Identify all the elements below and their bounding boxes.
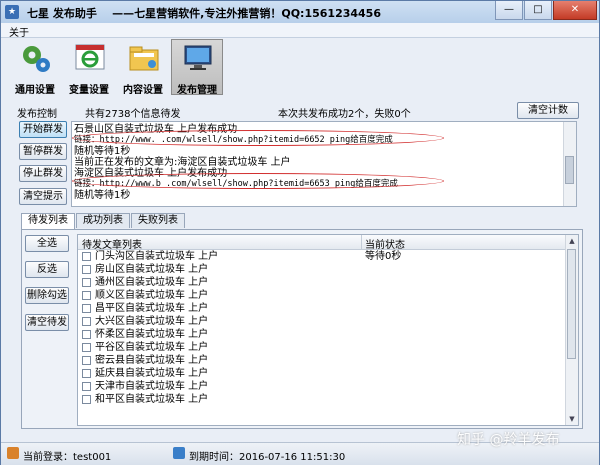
table-row[interactable]: 昌平区自装式垃圾车 上户 (78, 303, 566, 315)
scroll-up-icon[interactable]: ▲ (566, 235, 578, 247)
pending-articles-grid[interactable]: 待发文章列表 当前状态 门头沟区自装式垃圾车 上户 等待0秒 房山区自装式垃圾车 … (77, 234, 579, 426)
stop-broadcast-button[interactable]: 停止群发 (19, 165, 67, 182)
highlight-ellipse (72, 130, 444, 146)
pending-summary: 共有2738个信息待发 (85, 109, 181, 120)
highlight-ellipse (72, 173, 444, 189)
tab-success-list[interactable]: 成功列表 (76, 213, 130, 228)
invert-selection-button[interactable]: 反选 (25, 261, 69, 278)
watermark: 知乎 @羚羊发布 (457, 432, 560, 448)
tool-publish-management[interactable]: 发布管理 (171, 39, 223, 96)
row-checkbox[interactable] (82, 304, 91, 313)
log-line: 当前正在发布的文章为:海淀区自装式垃圾车 上户 (74, 157, 291, 168)
row-checkbox[interactable] (82, 382, 91, 391)
table-row[interactable]: 大兴区自装式垃圾车 上户 (78, 316, 566, 328)
gears-icon (23, 46, 50, 72)
row-title: 通州区自装式垃圾车 上户 (95, 277, 209, 288)
scroll-down-icon[interactable]: ▼ (566, 413, 578, 425)
grid-scrollbar[interactable]: ▲ ▼ (565, 235, 578, 425)
row-title: 大兴区自装式垃圾车 上户 (95, 316, 209, 327)
table-row[interactable]: 顺义区自装式垃圾车 上户 (78, 290, 566, 302)
close-button[interactable]: ✕ (553, 1, 597, 20)
row-title: 天津市自装式垃圾车 上户 (95, 381, 209, 392)
table-row[interactable]: 平谷区自装式垃圾车 上户 (78, 342, 566, 354)
row-title: 怀柔区自装式垃圾车 上户 (95, 329, 209, 340)
menu-about[interactable]: 关于 (9, 24, 29, 39)
window-controls: — □ ✕ (494, 1, 597, 21)
column-separator[interactable] (361, 235, 362, 249)
row-checkbox[interactable] (82, 291, 91, 300)
minimize-button[interactable]: — (495, 1, 523, 20)
clear-count-button[interactable]: 清空计数 (517, 102, 579, 119)
row-title: 昌平区自装式垃圾车 上户 (95, 303, 209, 314)
log-scroll-thumb[interactable] (565, 156, 574, 184)
user-icon (7, 447, 19, 459)
pause-broadcast-button[interactable]: 暂停群发 (19, 143, 67, 160)
table-row[interactable]: 和平区自装式垃圾车 上户 (78, 394, 566, 406)
toolbar: 通用设置 变量设置 内容设置 发布管理 (9, 39, 225, 97)
row-title: 房山区自装式垃圾车 上户 (95, 264, 209, 275)
table-row[interactable]: 天津市自装式垃圾车 上户 (78, 381, 566, 393)
column-header-status[interactable]: 当前状态 (365, 236, 405, 251)
ie-browser-icon (75, 44, 105, 70)
tool-general-settings[interactable]: 通用设置 (9, 39, 61, 96)
column-header-title[interactable]: 待发文章列表 (82, 236, 142, 251)
row-title: 和平区自装式垃圾车 上户 (95, 394, 209, 405)
row-checkbox[interactable] (82, 317, 91, 326)
tab-failed-list[interactable]: 失败列表 (131, 213, 185, 228)
clear-tip-button[interactable]: 清空提示 (19, 188, 67, 205)
grid-scroll-thumb[interactable] (567, 249, 576, 359)
select-all-button[interactable]: 全选 (25, 235, 69, 252)
tool-label: 变量设置 (69, 85, 109, 96)
publish-control-label: 发布控制 (17, 109, 57, 120)
folder-icon (129, 46, 159, 71)
window-title: 七星 发布助手 ——七星营销软件,专注外推营销！QQ:1561234456 (27, 7, 381, 20)
log-line: 随机等待1秒 (74, 146, 131, 157)
tool-variable-settings[interactable]: 变量设置 (63, 39, 115, 96)
monitor-icon (184, 45, 212, 70)
table-row[interactable]: 怀柔区自装式垃圾车 上户 (78, 329, 566, 341)
row-checkbox[interactable] (82, 330, 91, 339)
grid-header: 待发文章列表 当前状态 (78, 235, 566, 251)
app-logo-icon: ★ (5, 5, 19, 19)
table-row[interactable]: 房山区自装式垃圾车 上户 (78, 264, 566, 276)
row-checkbox[interactable] (82, 252, 91, 261)
list-tabs: 待发列表 成功列表 失败列表 (21, 213, 186, 229)
clock-icon (173, 447, 185, 459)
app-window: ★ 七星 发布助手 ——七星营销软件,专注外推营销！QQ:1561234456 … (0, 0, 600, 465)
row-title: 门头沟区自装式垃圾车 上户 (95, 251, 219, 262)
log-scrollbar[interactable] (563, 122, 576, 206)
row-checkbox[interactable] (82, 343, 91, 352)
delete-checked-button[interactable]: 删除勾选 (25, 287, 69, 304)
row-title: 顺义区自装式垃圾车 上户 (95, 290, 209, 301)
menu-bar: 关于 (1, 23, 599, 39)
tab-pending-list[interactable]: 待发列表 (21, 213, 75, 229)
tool-label: 发布管理 (177, 85, 217, 96)
row-status: 等待0秒 (365, 251, 402, 262)
row-checkbox[interactable] (82, 278, 91, 287)
maximize-button[interactable]: □ (524, 1, 552, 20)
row-checkbox[interactable] (82, 369, 91, 378)
table-row[interactable]: 延庆县自装式垃圾车 上户 (78, 368, 566, 380)
row-checkbox[interactable] (82, 395, 91, 404)
table-row[interactable]: 通州区自装式垃圾车 上户 (78, 277, 566, 289)
row-title: 密云县自装式垃圾车 上户 (95, 355, 209, 366)
table-row[interactable]: 密云县自装式垃圾车 上户 (78, 355, 566, 367)
row-checkbox[interactable] (82, 265, 91, 274)
start-broadcast-button[interactable]: 开始群发 (19, 121, 67, 138)
expiry-time: 到期时间：2016-07-16 11:51:30 (189, 452, 346, 463)
tool-content-settings[interactable]: 内容设置 (117, 39, 169, 96)
tool-label: 通用设置 (15, 85, 55, 96)
result-summary: 本次共发布成功2个，失败0个 (278, 109, 411, 120)
row-checkbox[interactable] (82, 356, 91, 365)
tool-label: 内容设置 (123, 85, 163, 96)
row-title: 延庆县自装式垃圾车 上户 (95, 368, 209, 379)
clear-pending-button[interactable]: 清空待发 (25, 314, 69, 331)
row-title: 平谷区自装式垃圾车 上户 (95, 342, 209, 353)
log-line: 随机等待1秒 (74, 190, 131, 201)
publish-log[interactable]: 石景山区自装式垃圾车 上户发布成功 链接：http://www. .com/wl… (71, 121, 577, 207)
current-login: 当前登录：test001 (23, 452, 112, 463)
table-row[interactable]: 门头沟区自装式垃圾车 上户 等待0秒 (78, 251, 566, 263)
window-subtitle: ——七星营销软件,专注外推营销！QQ:1561234456 (112, 7, 381, 20)
title-bar[interactable]: ★ 七星 发布助手 ——七星营销软件,专注外推营销！QQ:1561234456 … (1, 1, 599, 24)
